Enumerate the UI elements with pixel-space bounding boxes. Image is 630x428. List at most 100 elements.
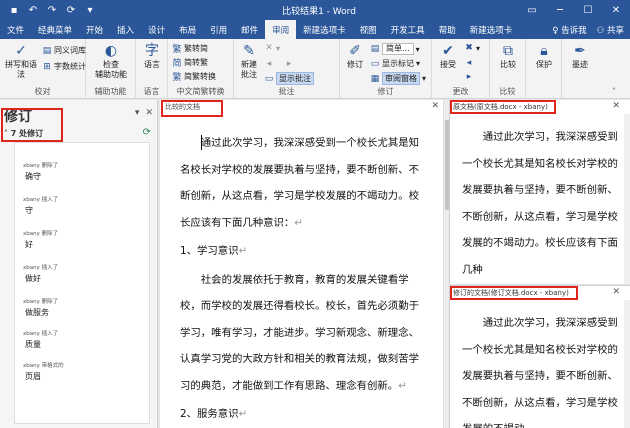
language-button[interactable]: 字 语言 xyxy=(140,42,164,70)
window-title: 比较结果1 - Word xyxy=(282,6,356,17)
redo-icon[interactable]: ↷ xyxy=(46,4,58,16)
vertical-scrollbar[interactable] xyxy=(624,300,630,428)
original-document-pane[interactable]: 原文档(原文档.docx - xbany) ✕ 通过此次学习，我深深感受到一个校… xyxy=(449,100,630,284)
revision-text[interactable]: 做好 xyxy=(25,273,41,284)
chinese-convert-button[interactable]: 繁简繁转换 xyxy=(172,71,216,83)
undo-icon[interactable]: ↶ xyxy=(27,4,39,16)
revision-text[interactable]: 确守 xyxy=(25,171,41,182)
new-comment-button[interactable]: ✎ 新建 批注 xyxy=(236,42,262,80)
tab-view[interactable]: 视图 xyxy=(353,20,384,39)
spelling-grammar-button[interactable]: ✓ 拼写和语法 xyxy=(2,42,40,80)
delete-comment-button[interactable]: ✕ ▾ xyxy=(264,43,280,53)
group-changes: ✔ 接受 ✖ ▾ ◂ ▸ 更改 xyxy=(432,39,490,99)
next-comment-button[interactable]: ▸ xyxy=(284,59,294,69)
group-compare: ⧉ 比较 比较 xyxy=(490,39,526,99)
minimize-icon[interactable]: ─ xyxy=(546,0,574,20)
compare-button[interactable]: ⧉ 比较 xyxy=(494,42,522,70)
quick-access-toolbar: ▪ ↶ ↷ ⟳ ▾ xyxy=(0,4,160,16)
vertical-scrollbar[interactable] xyxy=(624,114,630,284)
pane-options-icon[interactable]: ▾ xyxy=(135,108,140,118)
revision-text[interactable]: 好 xyxy=(25,239,33,250)
markup-icon: ▤ xyxy=(370,44,380,54)
close-icon[interactable]: ✕ xyxy=(602,0,630,20)
tab-file[interactable]: 文件 xyxy=(0,20,31,39)
revision-text[interactable]: 页眉 xyxy=(25,371,41,382)
quick-access-more-icon[interactable]: ▾ xyxy=(84,4,96,16)
refresh-icon[interactable]: ⟳ xyxy=(143,127,151,138)
tab-help[interactable]: 帮助 xyxy=(432,20,463,39)
revision-list: xbany 删除了 确守 xbany 插入了 守 xbany 删除了 好 xba… xyxy=(14,142,150,424)
tab-developer[interactable]: 开发工具 xyxy=(384,20,432,39)
reviewing-pane-button[interactable]: ▦ 审阅窗格 ▾ xyxy=(370,72,426,85)
tab-new-tab-1[interactable]: 新建选项卡 xyxy=(296,20,353,39)
tab-new-tab-2[interactable]: 新建选项卡 xyxy=(463,20,520,39)
highlight-box xyxy=(450,100,556,114)
compared-document-pane[interactable]: 比较的文档 ✕ 通过此次学习，我深深感受到一个校长尤其是知名校长对学校的发展要执… xyxy=(160,100,443,428)
paragraph: 通过此次学习，我深深感受到一个校长尤其是知名校长对学校的发展要执着与坚持，要不断… xyxy=(180,137,419,229)
revised-document-body[interactable]: 通过此次学习，我深深感受到一个校长尤其是知名校长对学校的发展要执着与坚持，要不断… xyxy=(462,310,619,428)
tab-insert[interactable]: 插入 xyxy=(110,20,141,39)
previous-comment-button[interactable]: ◂ xyxy=(264,59,274,69)
tab-references[interactable]: 引用 xyxy=(203,20,234,39)
revisions-pane: 修订 ▾ ✕ ˄ 7 处修订 ⟳ xbany 删除了 确守 xbany 插入了 … xyxy=(0,100,158,428)
track-changes-button[interactable]: ✐ 修订 xyxy=(342,42,368,70)
revision-text[interactable]: 质量 xyxy=(25,339,41,350)
person-icon: ⚇ xyxy=(596,25,607,36)
tell-me-button[interactable]: ♀ 告诉我 xyxy=(552,24,586,36)
original-document-body[interactable]: 通过此次学习，我深深感受到一个校长尤其是知名校长对学校的发展要执着与坚持，要不断… xyxy=(462,124,619,283)
pane-close-icon[interactable]: ✕ xyxy=(612,287,620,297)
compare-icon: ⧉ xyxy=(503,43,513,59)
thesaurus-button[interactable]: ▤ 同义词库 xyxy=(42,45,86,56)
check-accessibility-button[interactable]: ◐ 检查 辅助功能 xyxy=(90,42,132,80)
revision-author: xbany 插入了 xyxy=(23,265,59,271)
title-bar: ▪ ↶ ↷ ⟳ ▾ 比较结果1 - Word ▭ ─ ☐ ✕ xyxy=(0,0,630,20)
simp-to-trad-button[interactable]: 简简转繁 xyxy=(172,57,208,69)
tab-design[interactable]: 设计 xyxy=(141,20,172,39)
refresh-icon[interactable]: ⟳ xyxy=(65,4,77,16)
group-accessibility: ◐ 检查 辅助功能 辅助功能 xyxy=(86,39,136,99)
trad-to-simp-button[interactable]: 繁繁转简 xyxy=(172,43,208,55)
ribbon-display-icon[interactable]: ▭ xyxy=(518,0,546,20)
protect-button[interactable]: 🔒︎ 保护 xyxy=(530,42,558,70)
ribbon-tabs: 文件 经典菜单 开始 插入 设计 布局 引用 邮件 审阅 新建选项卡 视图 开发… xyxy=(0,20,630,39)
revision-text[interactable]: 守 xyxy=(25,205,33,216)
pane-close-icon[interactable]: ✕ xyxy=(431,101,439,111)
document-body[interactable]: 通过此次学习，我深深感受到一个校长尤其是知名校长对学校的发展要执着与坚持，要不断… xyxy=(180,130,420,428)
previous-change-button[interactable]: ◂ xyxy=(464,58,474,68)
tab-review[interactable]: 审阅 xyxy=(265,20,297,39)
save-icon[interactable]: ▪ xyxy=(8,4,20,16)
simp-to-trad-icon: 简 xyxy=(172,59,182,69)
revision-author: xbany 删除了 xyxy=(23,163,59,169)
maximize-icon[interactable]: ☐ xyxy=(574,0,602,20)
heading: 2、服务意识↵ xyxy=(180,408,248,420)
tab-home[interactable]: 开始 xyxy=(79,20,110,39)
group-language: 字 语言 语言 xyxy=(136,39,168,99)
revision-author: xbany 插入了 xyxy=(23,197,59,203)
trad-to-simp-icon: 繁 xyxy=(172,45,182,55)
revised-document-pane[interactable]: 修订的文档(修订文档.docx - xbany) ✕ 通过此次学习，我深深感受到… xyxy=(449,285,630,428)
show-markup-button[interactable]: ▭ 显示标记 ▾ xyxy=(370,58,420,69)
reject-button[interactable]: ✖ ▾ xyxy=(464,43,480,53)
book-icon: ▤ xyxy=(42,45,52,56)
revision-text[interactable]: 做服务 xyxy=(25,307,49,318)
tab-classic-menu[interactable]: 经典菜单 xyxy=(31,20,79,39)
heading: 1、学习意识↵ xyxy=(180,245,248,257)
pane-close-icon[interactable]: ✕ xyxy=(145,108,153,118)
window-controls: ▭ ─ ☐ ✕ xyxy=(518,0,630,20)
tab-mailings[interactable]: 邮件 xyxy=(234,20,265,39)
markup-level-select[interactable]: ▤ 简单... ▾ xyxy=(370,43,420,55)
word-count-button[interactable]: ⊞ 字数统计 xyxy=(42,61,86,72)
group-chinese-conversion: 繁繁转简 简简转繁 繁简繁转换 中文简繁转换 xyxy=(168,39,234,99)
accept-button[interactable]: ✔ 接受 xyxy=(436,42,460,70)
show-comments-button[interactable]: ▭ 显示批注 xyxy=(264,72,314,85)
collapse-ribbon-icon[interactable]: ˄ xyxy=(612,87,616,96)
new-comment-icon: ✎ xyxy=(243,43,255,59)
ink-button[interactable]: ✒ 墨迹 xyxy=(566,42,594,70)
share-button[interactable]: ⚇ 共享 xyxy=(597,24,624,36)
revision-author: xbany 带格式的 xyxy=(23,363,64,369)
group-proofing: ✓ 拼写和语法 ▤ 同义词库 ⊞ 字数统计 校对 xyxy=(0,39,86,99)
reject-icon: ✖ xyxy=(465,43,473,53)
next-change-button[interactable]: ▸ xyxy=(464,72,474,82)
pane-close-icon[interactable]: ✕ xyxy=(612,101,620,111)
tab-layout[interactable]: 布局 xyxy=(172,20,203,39)
